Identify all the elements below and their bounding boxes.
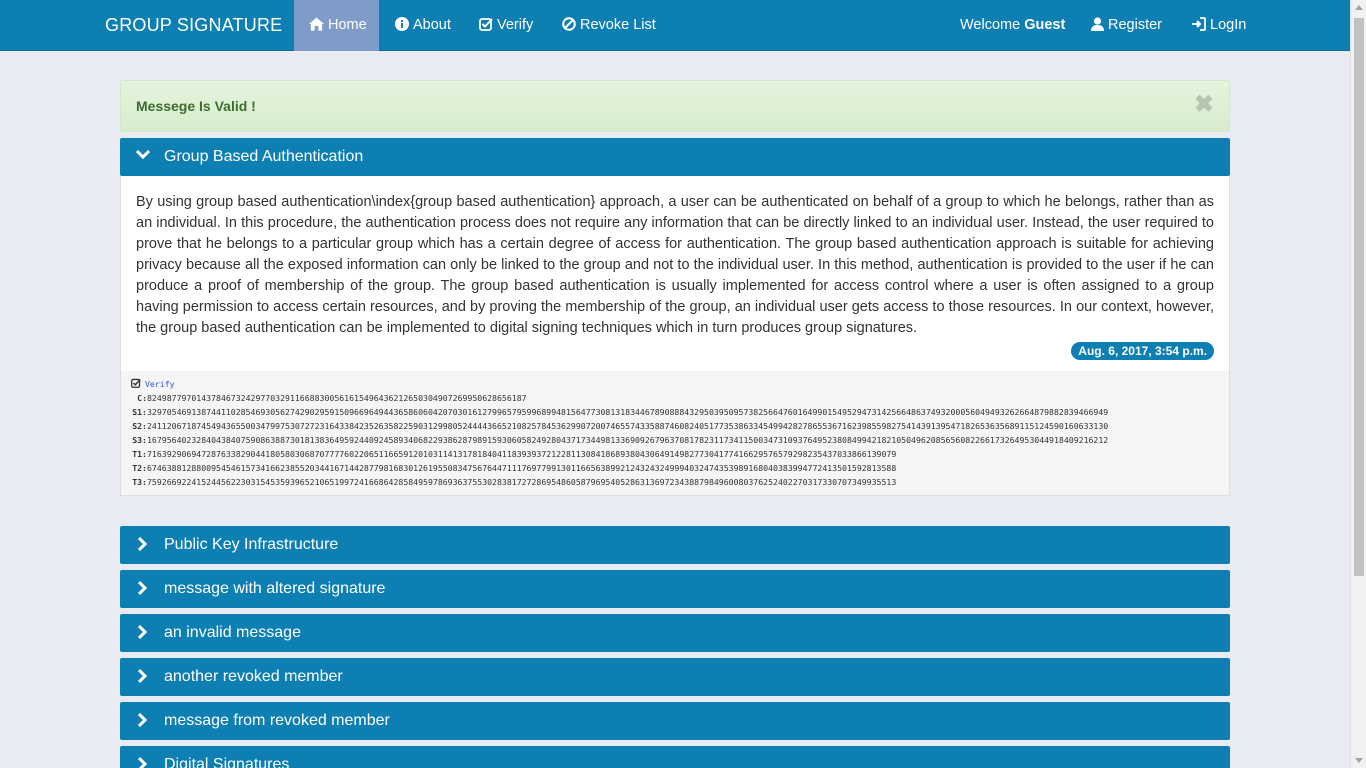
signature-value: 7592669224152445622303154535939652106519… xyxy=(147,477,897,487)
signature-key: T1: xyxy=(132,449,147,459)
signature-value: 2411206718745494365500347997530727231643… xyxy=(147,421,1109,431)
nav-revoke-label: Revoke List xyxy=(580,17,656,33)
scroll-thumb[interactable] xyxy=(1354,18,1364,576)
login-icon xyxy=(1192,17,1206,31)
panel-heading[interactable]: message with altered signature xyxy=(120,570,1230,608)
chevron-right-icon xyxy=(138,537,148,551)
chevron-right-icon xyxy=(138,713,148,727)
success-alert: Messege Is Valid ! ✖ xyxy=(120,80,1230,132)
nav-login-label: LogIn xyxy=(1210,17,1247,33)
page-scrollbar[interactable] xyxy=(1350,0,1366,768)
signature-value: 6746388128800954546157341662385520344167… xyxy=(147,463,897,473)
scroll-up-icon[interactable] xyxy=(1355,5,1363,10)
panel-title: another revoked member xyxy=(164,668,343,685)
chevron-right-icon xyxy=(138,757,148,768)
panel-digital-signatures: Digital Signatures xyxy=(120,746,1230,768)
welcome-text: Welcome Guest xyxy=(960,0,1065,51)
signature-key: T3: xyxy=(132,477,147,487)
chevron-down-icon xyxy=(136,150,150,160)
welcome-prefix: Welcome xyxy=(960,17,1021,33)
signature-key: C: xyxy=(137,393,147,403)
panel-title: an invalid message xyxy=(164,624,301,641)
panel-description: By using group based authentication\inde… xyxy=(136,194,1214,336)
chevron-right-icon xyxy=(138,669,148,683)
chevron-right-icon xyxy=(138,581,148,595)
nav-register-label: Register xyxy=(1108,17,1162,33)
panel-title: Digital Signatures xyxy=(164,756,290,768)
panel-invalid-message: an invalid message xyxy=(120,614,1230,652)
alert-message: Messege Is Valid ! xyxy=(136,98,256,114)
panel-heading[interactable]: message from revoked member xyxy=(120,702,1230,740)
signature-row: T2:6746388128800954546157341662385520344… xyxy=(131,461,1219,475)
panel-heading[interactable]: Digital Signatures xyxy=(120,746,1230,768)
verify-label: Verify xyxy=(145,379,175,389)
nav-home-label: Home xyxy=(328,17,367,33)
signature-row: S3:1679564023284043840759086388730181383… xyxy=(131,433,1219,447)
panel-title: message with altered signature xyxy=(164,580,386,597)
chevron-right-icon xyxy=(138,625,148,639)
signature-row: T3:7592669224152445622303154535939652106… xyxy=(131,475,1219,489)
close-icon[interactable]: ✖ xyxy=(1194,93,1214,117)
nav-home[interactable]: Home xyxy=(294,0,379,51)
brand-title[interactable]: GROUP SIGNATURE xyxy=(105,0,282,51)
signature-block: Verify C:8249877970143784673242977032911… xyxy=(121,371,1229,495)
panel-heading[interactable]: another revoked member xyxy=(120,658,1230,696)
panel-title: Group Based Authentication xyxy=(164,148,364,165)
scroll-down-icon[interactable] xyxy=(1355,758,1363,763)
signature-row: S1:3297054691387441102854693056274290295… xyxy=(131,405,1219,419)
panel-group-based-authentication: Group Based Authentication By using grou… xyxy=(120,138,1230,496)
check-square-icon xyxy=(131,378,141,388)
signature-row: T1:7163929069472876338290441805803068707… xyxy=(131,447,1219,461)
signature-key: T2: xyxy=(132,463,147,473)
info-icon xyxy=(395,17,409,31)
welcome-user: Guest xyxy=(1024,17,1066,33)
nav-register[interactable]: Register xyxy=(1076,0,1177,51)
nav-about[interactable]: About xyxy=(380,0,466,51)
signature-value: 7163929069472876338290441805803068707777… xyxy=(147,449,897,459)
panel-message-altered-signature: message with altered signature xyxy=(120,570,1230,608)
ban-icon xyxy=(562,17,576,31)
panel-title: Public Key Infrastructure xyxy=(164,536,339,553)
signature-row: C:82498779701437846732429770329116688300… xyxy=(131,391,1219,405)
panel-heading[interactable]: an invalid message xyxy=(120,614,1230,652)
panel-heading[interactable]: Group Based Authentication xyxy=(120,138,1230,176)
panel-body: By using group based authentication\inde… xyxy=(120,176,1230,496)
signature-value: 8249877970143784673242977032911668830056… xyxy=(147,393,527,403)
signature-row: S2:2411206718745494365500347997530727231… xyxy=(131,419,1219,433)
panel-public-key-infrastructure: Public Key Infrastructure xyxy=(120,526,1230,564)
date-badge: Aug. 6, 2017, 3:54 p.m. xyxy=(1071,342,1214,360)
home-icon xyxy=(309,17,324,31)
panel-heading[interactable]: Public Key Infrastructure xyxy=(120,526,1230,564)
nav-about-label: About xyxy=(413,17,451,33)
nav-revoke-list[interactable]: Revoke List xyxy=(547,0,671,51)
nav-login[interactable]: LogIn xyxy=(1176,0,1261,51)
signature-key: S1: xyxy=(132,407,147,417)
nav-verify-label: Verify xyxy=(497,17,534,33)
navbar: GROUP SIGNATURE Home About Verify Revoke… xyxy=(0,0,1350,51)
check-square-icon xyxy=(479,18,493,31)
panel-message-from-revoked-member: message from revoked member xyxy=(120,702,1230,740)
panel-title: message from revoked member xyxy=(164,712,390,729)
signature-key: S3: xyxy=(132,435,147,445)
signature-value: 3297054691387441102854693056274290295915… xyxy=(147,407,1109,417)
verify-link[interactable]: Verify xyxy=(131,377,1219,391)
user-icon xyxy=(1091,17,1104,31)
signature-key: S2: xyxy=(132,421,147,431)
panel-another-revoked-member: another revoked member xyxy=(120,658,1230,696)
nav-verify[interactable]: Verify xyxy=(464,0,548,51)
signature-value: 1679564023284043840759086388730181383649… xyxy=(147,435,1109,445)
date-row: Aug. 6, 2017, 3:54 p.m. xyxy=(121,339,1229,371)
